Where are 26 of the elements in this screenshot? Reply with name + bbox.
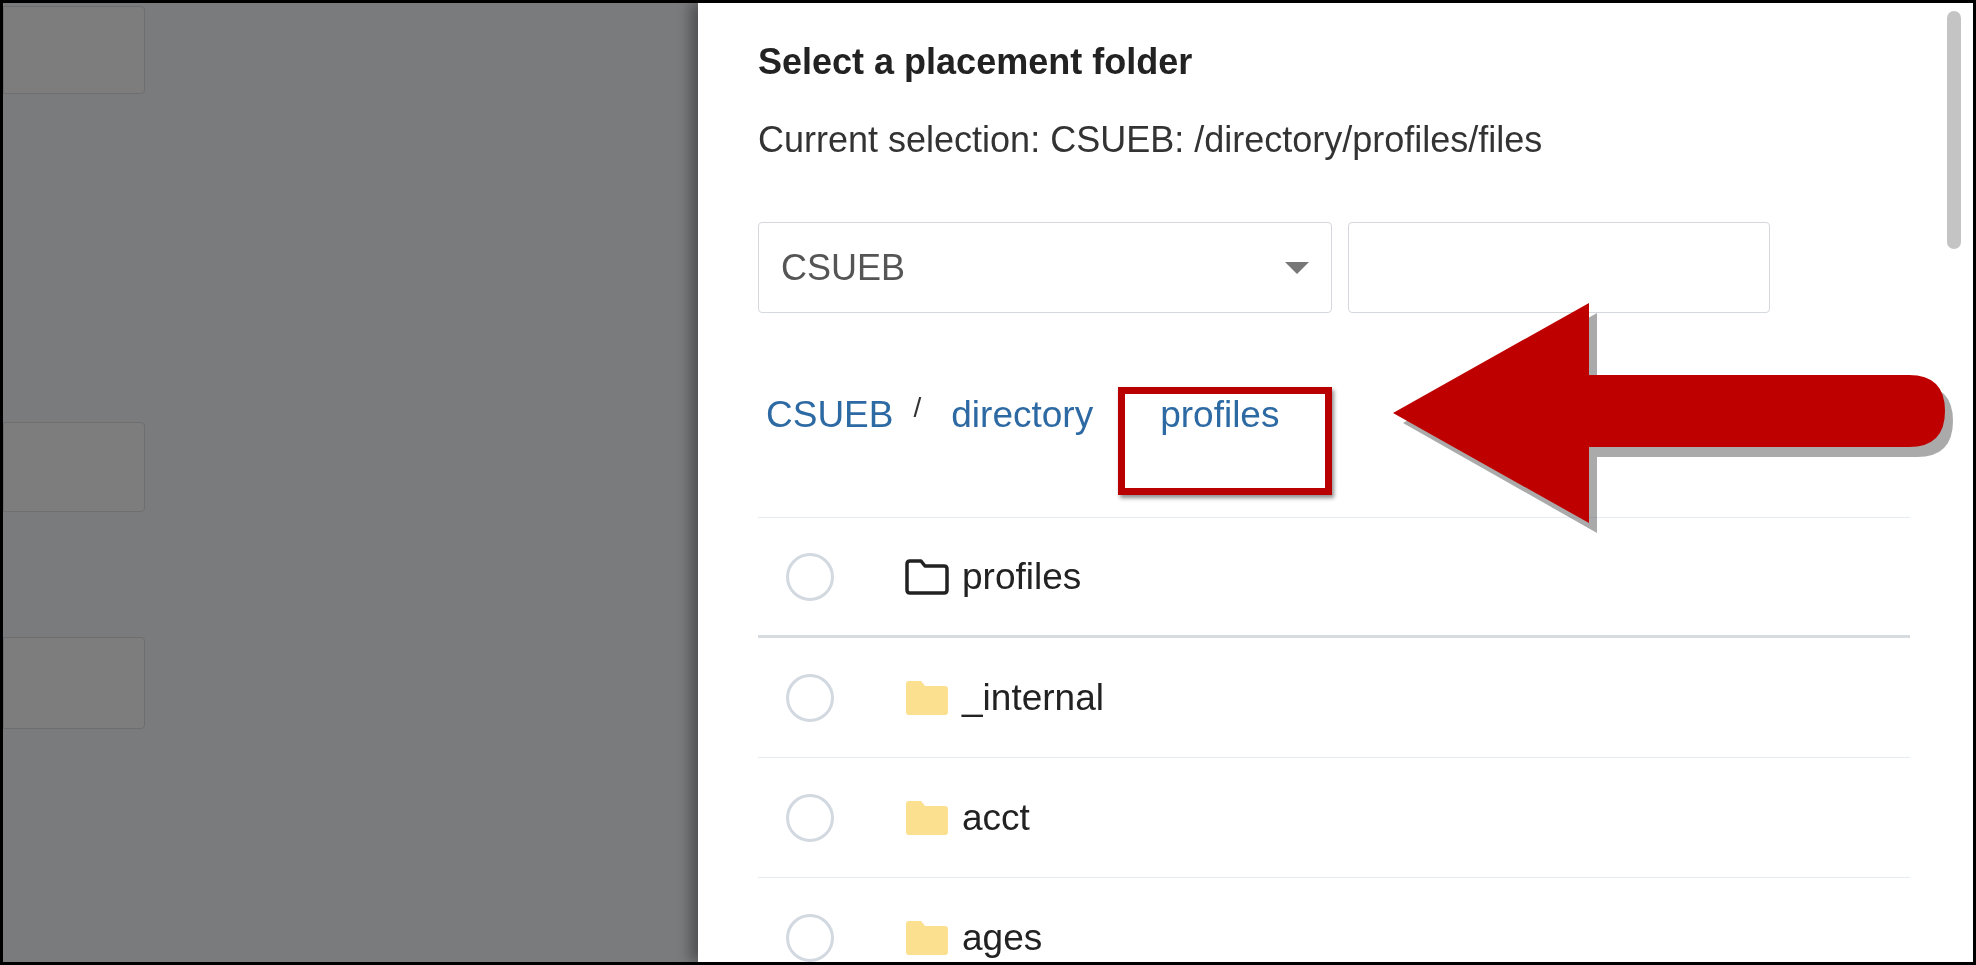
scrollbar-thumb[interactable] [1947,11,1961,249]
folder-row[interactable]: ages [758,878,1910,962]
input-field[interactable] [1348,222,1770,313]
radio-button[interactable] [786,552,834,601]
folder-name: acct [962,795,1030,840]
folder-row[interactable]: acct [758,758,1910,878]
folder-icon [904,798,950,837]
radio-button[interactable] [786,673,834,722]
folder-icon [904,918,950,957]
site-dropdown[interactable]: CSUEB [758,222,1332,313]
folder-row[interactable]: _internal [758,638,1910,758]
folder-outline-icon [904,557,950,596]
radio-button[interactable] [786,913,834,962]
breadcrumb-link[interactable]: directory [951,394,1094,435]
folder-name: _internal [962,675,1104,720]
dialog-title: Select a placement folder [758,40,1194,84]
folder-name: ages [962,915,1043,960]
folder-row[interactable]: profiles [758,518,1910,638]
breadcrumb-link[interactable]: CSUEB [766,394,894,435]
radio-button[interactable] [786,793,834,842]
breadcrumb-link[interactable]: profiles [1160,394,1280,435]
folder-name: profiles [962,554,1082,599]
current-selection: Current selection: CSUEB: /directory/profiles/files [758,118,1544,162]
breadcrumb-separator: / [913,391,922,425]
caret-icon [1285,261,1309,274]
folder-icon [904,678,950,717]
